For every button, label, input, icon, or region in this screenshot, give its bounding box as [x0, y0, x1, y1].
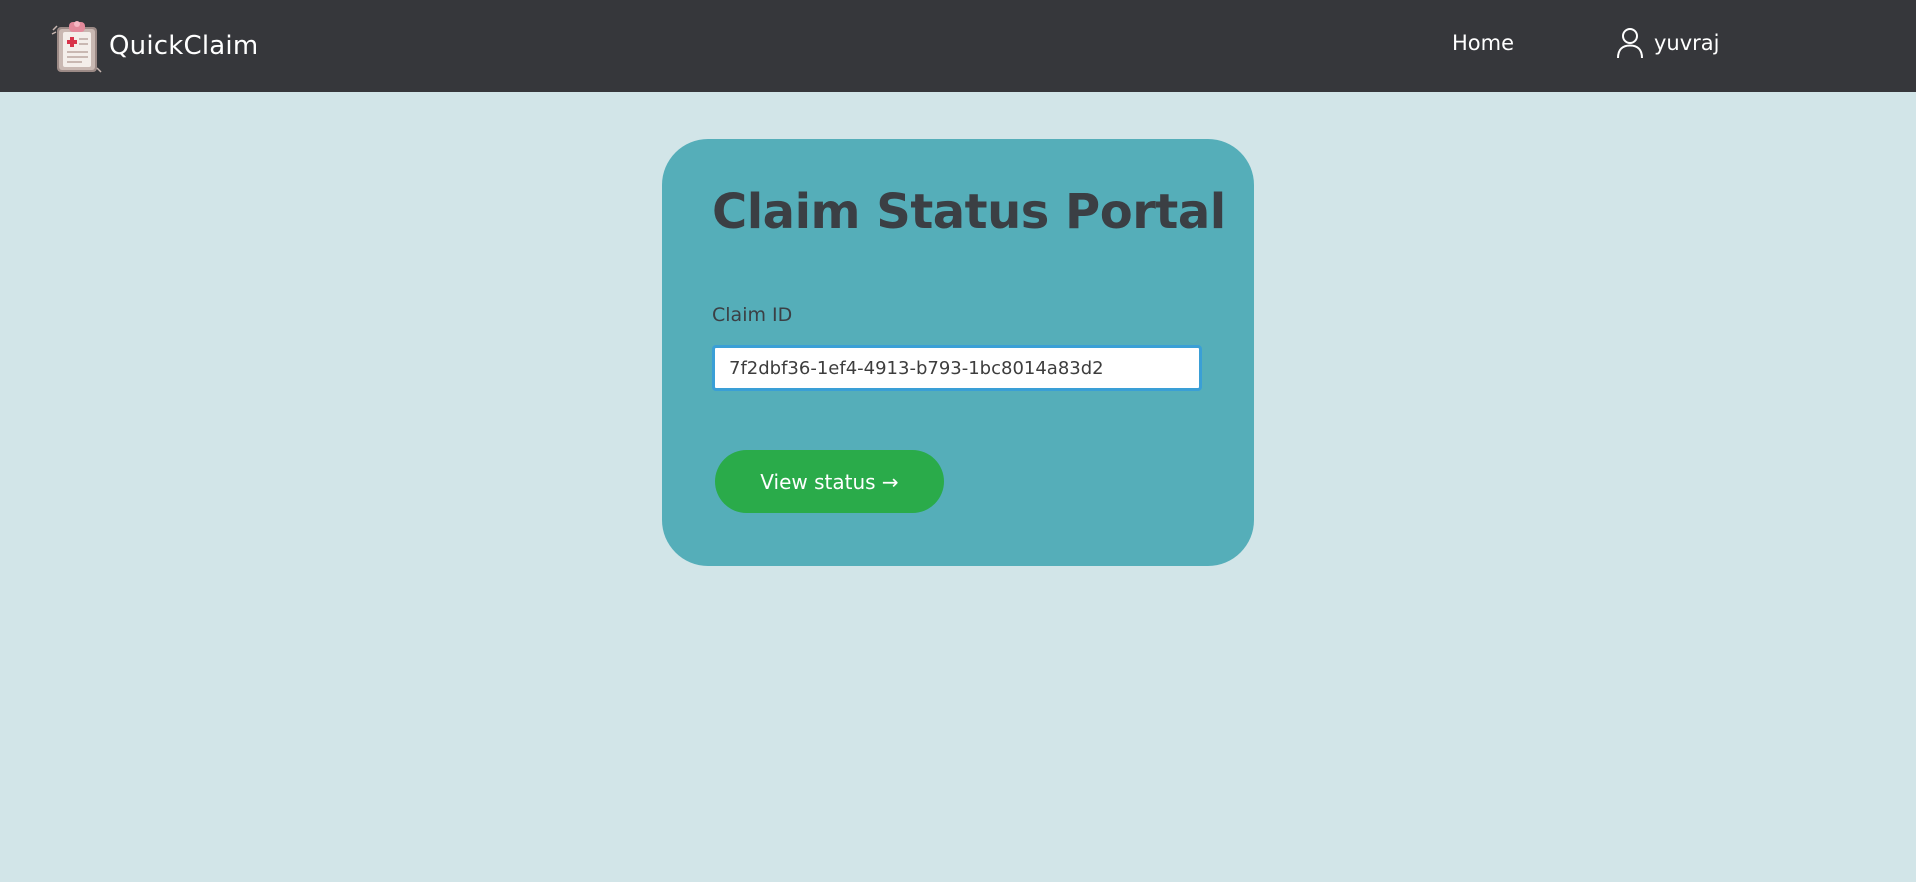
- claim-status-card: Claim Status Portal Claim ID View status…: [662, 139, 1254, 566]
- brand-link[interactable]: QuickClaim: [51, 18, 258, 74]
- user-icon: [1617, 28, 1643, 59]
- clipboard-medical-icon: [51, 21, 102, 73]
- username: yuvraj: [1654, 31, 1720, 55]
- view-status-button[interactable]: View status →: [715, 450, 944, 513]
- claim-id-input[interactable]: [712, 345, 1202, 391]
- claim-id-label: Claim ID: [712, 304, 793, 326]
- brand-name: QuickClaim: [109, 31, 259, 61]
- page-title: Claim Status Portal: [712, 184, 1226, 240]
- nav-home-link[interactable]: Home: [1452, 31, 1514, 55]
- page-background: QuickClaim Home yuvraj Claim Status Port…: [0, 0, 1916, 882]
- user-menu[interactable]: yuvraj: [1616, 27, 1720, 59]
- navbar: QuickClaim Home yuvraj: [0, 0, 1916, 92]
